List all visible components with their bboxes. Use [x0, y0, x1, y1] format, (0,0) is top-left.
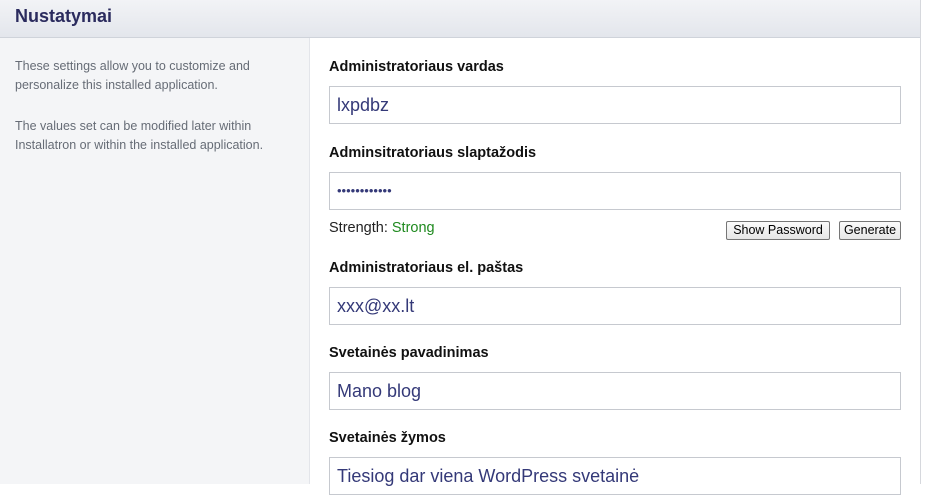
site-tagline-label: Svetainės žymos [329, 430, 446, 446]
admin-email-input[interactable]: xxx@xx.lt [329, 287, 901, 325]
admin-email-label: Administratoriaus el. paštas [329, 260, 524, 276]
site-name-label: Svetainės pavadinimas [329, 345, 489, 361]
sidebar-description: These settings allow you to customize an… [15, 59, 250, 92]
site-tagline-input[interactable]: Tiesiog dar viena WordPress svetainė [329, 457, 901, 495]
generate-password-button[interactable]: Generate [839, 221, 901, 240]
admin-name-input[interactable]: lxpdbz [329, 86, 901, 124]
show-password-button[interactable]: Show Password [726, 221, 830, 240]
password-strength-label: Strength: [329, 220, 388, 236]
settings-sidebar: These settings allow you to customize an… [0, 38, 310, 484]
site-name-input[interactable]: Mano blog [329, 372, 901, 410]
admin-password-input[interactable]: •••••••••••• [329, 172, 901, 210]
admin-name-label: Administratoriaus vardas [329, 59, 504, 75]
password-strength-value: Strong [391, 220, 435, 236]
panel-edge-divider [920, 0, 921, 484]
section-header: Nustatymai [0, 0, 920, 38]
admin-password-label: Adminsitratoriaus slaptažodis [329, 145, 537, 161]
sidebar-note: The values set can be modified later wit… [15, 119, 264, 152]
password-strength: Strength: Strong [329, 220, 435, 236]
section-title: Nustatymai [15, 6, 113, 26]
